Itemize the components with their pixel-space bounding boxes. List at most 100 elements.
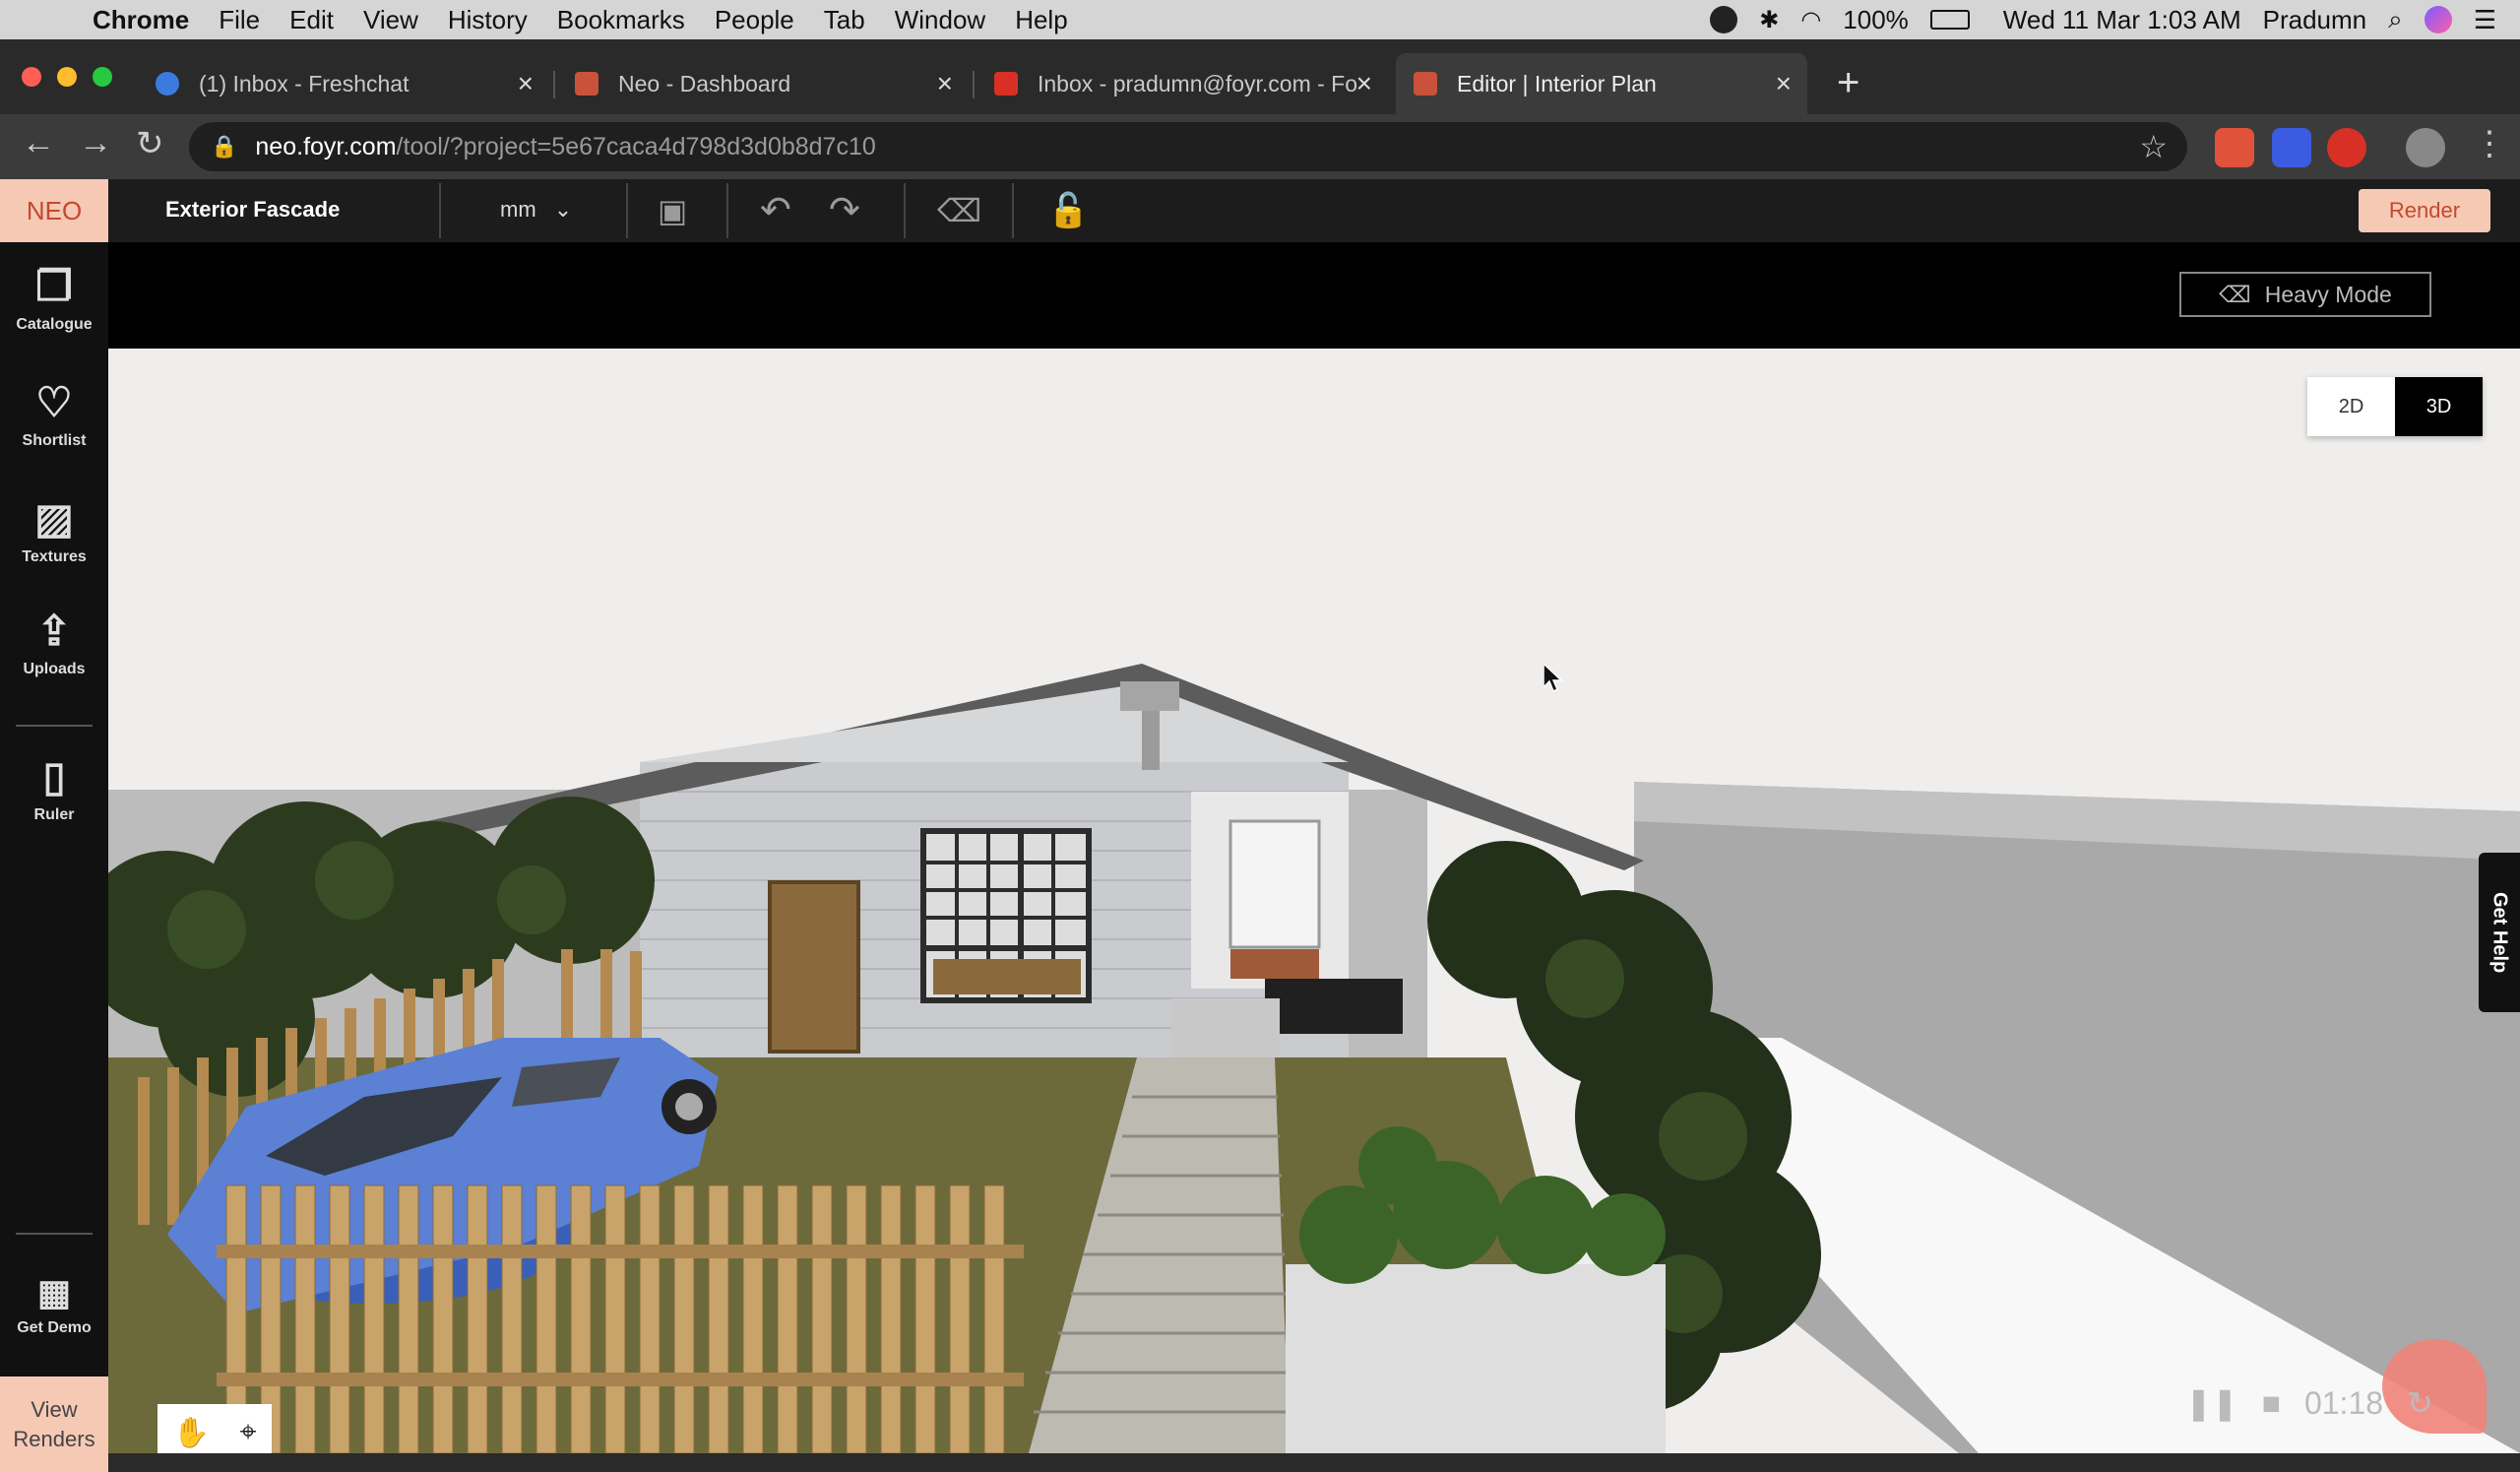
neo-favicon-icon [575,72,598,96]
sidebar-item-label: Shortlist [22,432,87,449]
render-button[interactable]: Render [2359,189,2490,232]
menu-view[interactable]: View [363,5,418,35]
new-tab-icon[interactable]: + [1837,61,1859,105]
menu-user[interactable]: Pradumn [2263,5,2367,35]
window-controls [22,67,112,87]
catalogue-icon: ❐ [35,263,73,309]
app-toolbar: NEO Exterior Fascade mm ⌄ ▣ ↶ ↷ ⌫ 🔓 Rend… [0,179,2520,242]
status-check-icon[interactable] [1710,6,1738,33]
undo-icon[interactable]: ↶ [760,191,791,230]
tab-freshchat[interactable]: (1) Inbox - Freshchat × [138,53,549,114]
menu-window[interactable]: Window [895,5,985,35]
browser-tab-bar: (1) Inbox - Freshchat × Neo - Dashboard … [0,39,2520,114]
shortlist-icon: ♡ [35,379,73,425]
close-tab-icon[interactable]: × [1356,68,1372,99]
screen-recorder-controls: ❚❚ ■ 01:18 ↻ [2185,1384,2433,1422]
pause-icon[interactable]: ❚❚ [2185,1384,2238,1422]
pan-hand-icon[interactable]: ✋ [172,1416,209,1450]
freshchat-favicon-icon [156,72,179,96]
menu-edit[interactable]: Edit [289,5,334,35]
tab-title: Inbox - pradumn@foyr.com - Fo [1038,70,1358,96]
3d-viewport[interactable] [108,349,2520,1453]
forward-arrow-icon[interactable]: → [79,124,112,162]
bluetooth-icon[interactable]: ✱ [1759,6,1779,34]
neo-logo[interactable]: NEO [0,179,108,242]
stop-icon[interactable]: ■ [2262,1385,2281,1422]
sidebar-item-catalogue[interactable]: ❐ Catalogue [0,262,108,334]
heavy-mode-icon: ⌫ [2219,281,2251,307]
close-tab-icon[interactable]: × [518,68,534,99]
save-icon[interactable]: ▣ [658,191,687,230]
menu-app-name[interactable]: Chrome [93,5,189,35]
kebab-menu-icon[interactable]: ⋮ [2473,124,2506,163]
close-tab-icon[interactable]: × [1776,68,1792,99]
view-3d-button[interactable]: 3D [2395,377,2483,436]
toolbar-divider [1012,183,1014,238]
sidebar-item-get-demo[interactable]: ▦ Get Demo [0,1272,108,1337]
recording-timer: 01:18 [2303,1384,2384,1421]
tab-title: Editor | Interior Plan [1457,70,1657,96]
restart-icon[interactable]: ↻ [2407,1384,2433,1422]
eraser-icon[interactable]: ⌫ [937,191,981,230]
reload-icon[interactable]: ↻ [136,124,164,163]
heavy-mode-button[interactable]: ⌫ Heavy Mode [2179,272,2431,317]
sidebar-item-shortlist[interactable]: ♡ Shortlist [0,378,108,450]
tab-neo-dashboard[interactable]: Neo - Dashboard × [557,53,969,114]
get-help-tab[interactable]: Get Help [2479,853,2520,1012]
unit-selector[interactable]: mm ⌄ [500,197,572,223]
spotlight-search-icon[interactable]: ⌕ [2388,4,2403,35]
mouse-cursor-icon [1544,664,1563,693]
unlock-icon[interactable]: 🔓 [1047,191,1089,230]
menu-file[interactable]: File [219,5,260,35]
get-help-label: Get Help [2488,891,2511,974]
zoom-window-button[interactable] [93,67,112,87]
bookmark-star-icon[interactable]: ☆ [2139,128,2168,165]
menu-clock[interactable]: Wed 11 Mar 1:03 AM [2003,5,2241,35]
sidebar-item-ruler[interactable]: ▯ Ruler [0,752,108,824]
minimize-window-button[interactable] [57,67,77,87]
redo-icon[interactable]: ↷ [829,191,860,230]
sidebar-item-label: Catalogue [16,316,93,333]
chevron-down-icon: ⌄ [553,197,573,222]
menu-tab[interactable]: Tab [824,5,865,35]
tab-title: Neo - Dashboard [618,70,791,96]
siri-icon[interactable] [2424,6,2452,33]
canvas-header-band [108,242,2520,349]
textures-icon: ▨ [34,495,74,542]
view-mode-toggle: 2D 3D [2307,377,2483,436]
menu-bookmarks[interactable]: Bookmarks [557,5,685,35]
close-tab-icon[interactable]: × [937,68,953,99]
mac-menu-bar: Chrome File Edit View History Bookmarks … [0,0,2520,39]
demo-icon: ▦ [36,1272,71,1312]
tab-divider [553,71,555,98]
menu-help[interactable]: Help [1015,5,1067,35]
wifi-icon[interactable]: ◠ [1800,6,1821,34]
tab-editor-interior-plan[interactable]: Editor | Interior Plan × [1396,53,1807,114]
project-name[interactable]: Exterior Fascade [165,197,340,223]
sidebar-item-label: Uploads [23,661,86,677]
view-2d-button[interactable]: 2D [2307,377,2395,436]
heavy-mode-label: Heavy Mode [2264,281,2392,307]
battery-icon[interactable] [1929,10,1970,30]
ruler-icon: ▯ [42,753,66,800]
notification-center-icon[interactable]: ☰ [2474,5,2496,35]
battery-percent: 100% [1843,4,1909,34]
sidebar-item-label: Get Demo [17,1319,92,1336]
tab-gmail-inbox[interactable]: Inbox - pradumn@foyr.com - Fo × [976,53,1388,114]
neo-favicon-icon [1414,72,1437,96]
url-field[interactable]: 🔒 neo.foyr.com /tool/?project=5e67caca4d… [189,122,2187,171]
block-extension-icon[interactable] [2327,128,2366,167]
menu-people[interactable]: People [715,5,794,35]
menu-history[interactable]: History [448,5,528,35]
sidebar-item-uploads[interactable]: ⇪ Uploads [0,607,108,678]
sidebar-item-textures[interactable]: ▨ Textures [0,494,108,566]
profile-avatar[interactable] [2406,128,2445,167]
bottom-strip [108,1453,2520,1472]
view-renders-button[interactable]: View Renders [0,1376,108,1472]
recenter-crosshair-icon[interactable]: ⌖ [240,1416,257,1449]
timer-extension-icon[interactable] [2272,128,2311,167]
back-arrow-icon[interactable]: ← [22,124,55,162]
rec-extension-icon[interactable] [2215,128,2254,167]
close-window-button[interactable] [22,67,41,87]
unit-value: mm [500,197,536,222]
